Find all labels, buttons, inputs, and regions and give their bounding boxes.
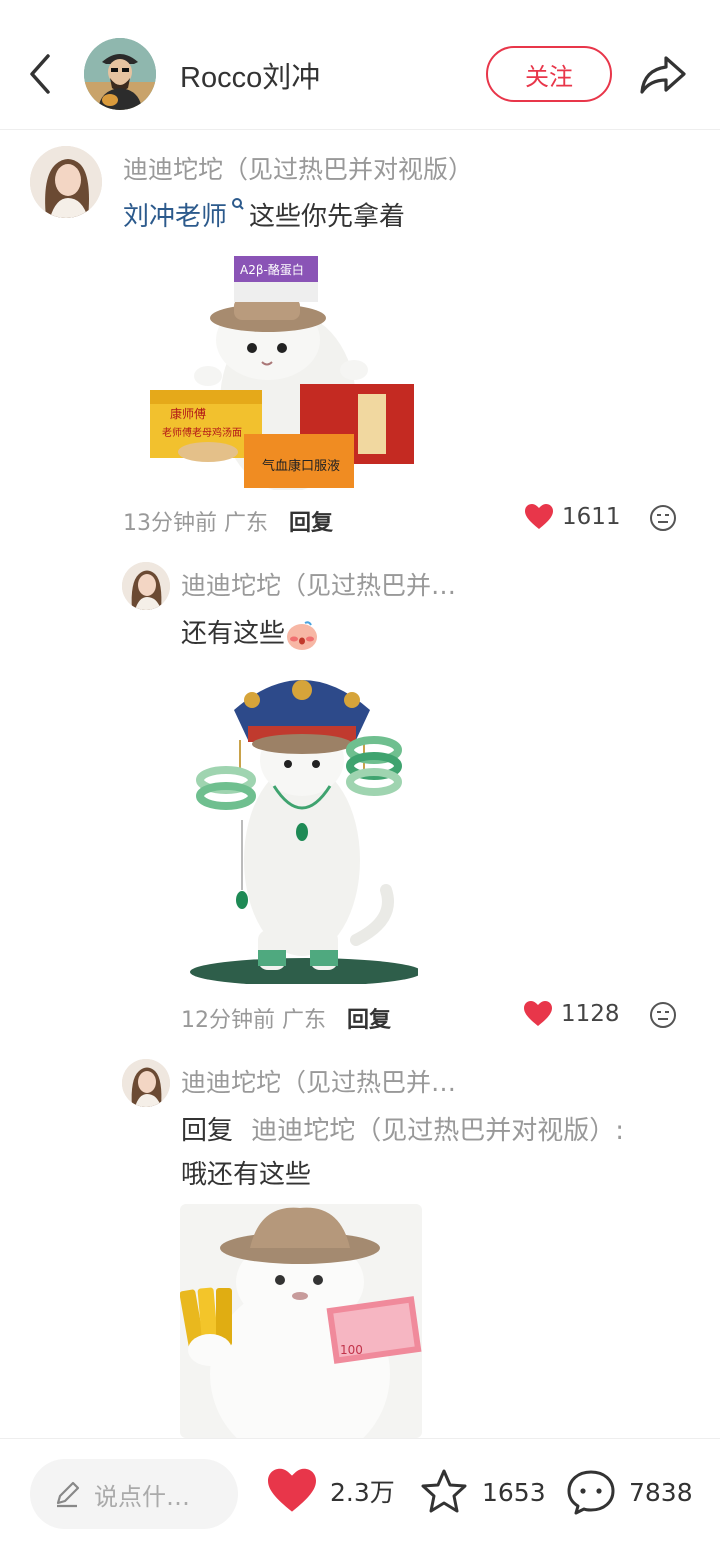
comments-button[interactable]: 7838 <box>565 1467 693 1517</box>
like-post-button[interactable]: 2.3万 <box>266 1467 395 1515</box>
product-label: 气血康口服液 <box>262 458 340 474</box>
reply-prefix: 回复 <box>181 1116 234 1146</box>
comment-author-name[interactable]: 迪迪坨坨（见过热巴并对视版） <box>123 150 473 186</box>
like-count: 1611 <box>562 504 621 530</box>
comment-count: 7838 <box>629 1477 693 1507</box>
collect-button[interactable]: 1653 <box>418 1467 546 1517</box>
comment-text: 还有这些 <box>181 613 319 651</box>
post-like-count: 2.3万 <box>330 1478 395 1507</box>
product-label: 老师傅老母鸡汤面 <box>162 426 242 439</box>
comment-body: 哦还有这些 <box>181 1160 312 1190</box>
emoji-icon[interactable] <box>649 504 677 532</box>
comment-meta: 12分钟前 广东 回复 <box>181 1002 391 1034</box>
commenter-avatar[interactable] <box>30 146 102 218</box>
collect-count: 1653 <box>482 1477 546 1507</box>
back-arrow-icon <box>30 54 50 94</box>
bottom-action-bar: 说点什… 2.3万 1653 7838 <box>0 1438 720 1550</box>
heart-icon <box>268 1468 316 1512</box>
comment-body: 还有这些 <box>181 619 286 649</box>
heart-icon <box>524 1001 552 1026</box>
product-label: 康师傅 <box>170 406 206 421</box>
reply-button[interactable]: 回复 <box>347 1008 391 1033</box>
commenter-avatar[interactable] <box>122 562 170 610</box>
emoji-icon[interactable] <box>649 1001 677 1029</box>
share-icon <box>640 56 686 94</box>
comment-input[interactable]: 说点什… <box>30 1459 238 1529</box>
comment-author-name[interactable]: 迪迪坨坨（见过热巴并… <box>181 1063 456 1099</box>
search-icon <box>232 198 244 210</box>
author-avatar[interactable] <box>84 38 156 110</box>
comment-time: 12分钟前 <box>181 1008 275 1033</box>
heart-icon <box>525 504 553 529</box>
star-icon <box>421 1469 467 1513</box>
comment-text: 刘冲老师 这些你先拿着 <box>123 196 405 233</box>
follow-button[interactable]: 关注 <box>486 46 612 102</box>
mention-link[interactable]: 刘冲老师 <box>123 202 227 232</box>
commenter-avatar[interactable] <box>122 1059 170 1107</box>
comment-text: 回复 迪迪坨坨（见过热巴并对视版）: <box>181 1110 624 1147</box>
pencil-icon <box>56 1481 80 1508</box>
reply-target-name[interactable]: 迪迪坨坨（见过热巴并对视版）: <box>251 1116 624 1146</box>
comment-image[interactable]: 100 <box>180 1204 422 1438</box>
comment-input-placeholder: 说点什… <box>94 1482 190 1511</box>
comment-author-name[interactable]: 迪迪坨坨（见过热巴并… <box>181 566 456 602</box>
comment-meta: 13分钟前 广东 回复 <box>123 505 333 537</box>
author-name[interactable]: Rocco刘冲 <box>180 54 320 96</box>
comment-bubble-icon <box>567 1470 615 1515</box>
comment-location: 广东 <box>224 511 269 536</box>
like-count: 1128 <box>561 1001 620 1027</box>
back-button[interactable] <box>22 50 62 98</box>
comment-time: 13分钟前 <box>123 511 217 536</box>
like-button[interactable]: 1128 <box>523 1000 620 1028</box>
reply-button[interactable]: 回复 <box>289 511 333 536</box>
comment-body: 这些你先拿着 <box>249 202 406 232</box>
share-button[interactable] <box>636 50 688 98</box>
top-header: Rocco刘冲 关注 <box>0 0 720 130</box>
shy-emoji-icon <box>287 620 318 650</box>
comment-location: 广东 <box>282 1008 327 1033</box>
product-label: A2β-酪蛋白 <box>240 262 304 277</box>
comment-image[interactable] <box>186 660 418 984</box>
comment-image[interactable]: A2β-酪蛋白 康师傅 老师傅老母鸡汤面 气血康口服液 <box>148 252 440 490</box>
banknote-label: 100 <box>340 1343 363 1357</box>
like-button[interactable]: 1611 <box>524 503 621 531</box>
